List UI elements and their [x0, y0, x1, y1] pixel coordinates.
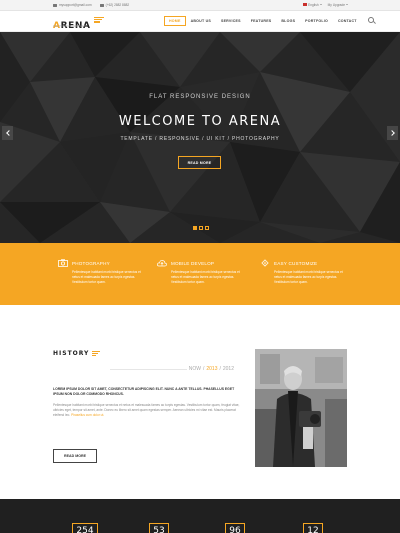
divider: [110, 368, 187, 370]
main-nav: HOME ABOUT US SERVICES FEATURES BLOGS PO…: [164, 15, 378, 27]
nav-item-services[interactable]: SERVICES: [216, 16, 246, 26]
phone-icon: [99, 3, 104, 7]
nav-item-features[interactable]: FEATURES: [246, 16, 277, 26]
logo-bars-icon: [94, 17, 104, 24]
top-bar: mysupport@gmail.com (+62) 2882 8882 Engl…: [0, 0, 400, 11]
camera-icon: [58, 259, 68, 267]
year-separator: /: [202, 366, 205, 372]
account-select[interactable]: My Upgrade: [328, 3, 348, 7]
chevron-down-icon: [346, 4, 348, 5]
service-easy-customize: EASY CUSTOMIZE Pellentesque habitant mor…: [260, 259, 360, 286]
service-description: Pellentesque habitant morbi tristique se…: [274, 270, 343, 285]
counter-box: 53: [149, 523, 169, 533]
service-name: PHOTOGRAPHY: [72, 260, 110, 266]
contact-email[interactable]: mysupport@gmail.com: [53, 3, 92, 7]
contact-phone: (+62) 2882 8882: [99, 3, 130, 7]
service-mobile-develop: MOBILE DEVELOP Pellentesque habitant mor…: [157, 259, 257, 286]
photographer-image: [255, 349, 347, 467]
service-name: MOBILE DEVELOP: [171, 260, 215, 266]
contact-phone-text: (+62) 2882 8882: [105, 3, 130, 7]
cloud-upload-icon: [157, 260, 167, 267]
slider-pagination: [193, 226, 209, 230]
brand-logo[interactable]: ARENA RESPONSIVE TEMPLATE: [53, 15, 104, 33]
history-lead-text: LOREM IPSUM DOLOR SIT AMET, CONSECTETUR …: [53, 387, 235, 396]
hero-subtitle: FLAT RESPONSIVE DESIGN: [149, 94, 251, 100]
counter-box: 12: [303, 523, 323, 533]
language-label: English: [308, 2, 319, 7]
year-tab-2013[interactable]: 2013: [206, 366, 217, 372]
slider-dot[interactable]: [205, 226, 209, 230]
hero-slider: FLAT RESPONSIVE DESIGN WELCOME TO ARENA …: [0, 32, 400, 243]
account-label: My Upgrade: [327, 2, 345, 7]
year-tab-2012[interactable]: 2012: [223, 366, 234, 372]
hero-title: WELCOME TO ARENA: [118, 114, 282, 129]
service-name: EASY CUSTOMIZE: [274, 260, 318, 266]
history-body-text: Pellentesque habitant morbi tristique se…: [53, 403, 240, 417]
flag-icon: [303, 3, 308, 6]
hero-read-more-button[interactable]: READ MORE: [178, 156, 221, 169]
service-description: Pellentesque habitant morbi tristique se…: [72, 270, 141, 285]
nav-item-portfolio[interactable]: PORTFOLIO: [300, 16, 333, 26]
counter-box: 254: [72, 523, 98, 533]
service-description: Pellentesque habitant morbi tristique se…: [171, 270, 240, 285]
slider-prev-arrow-icon[interactable]: [2, 126, 13, 140]
counters-band: 254 53 96 12: [0, 499, 400, 533]
service-photography: PHOTOGRAPHY Pellentesque habitant morbi …: [58, 259, 158, 286]
contact-email-text: mysupport@gmail.com: [59, 3, 92, 7]
history-heading: HISTORY: [53, 350, 101, 357]
history-read-more-button[interactable]: READ MORE: [53, 449, 97, 463]
heading-bars-icon: [92, 350, 101, 357]
nav-item-contact[interactable]: CONTACT: [333, 16, 362, 26]
search-icon[interactable]: [366, 15, 378, 27]
counter-box: 96: [225, 523, 245, 533]
slider-dot[interactable]: [193, 226, 197, 230]
logo-tagline: RESPONSIVE TEMPLATE: [53, 25, 88, 28]
history-year-tabs: NOW / 2013 / 2012: [110, 366, 234, 372]
language-select[interactable]: English: [303, 2, 322, 7]
history-title: HISTORY: [53, 350, 90, 357]
slider-dot[interactable]: [199, 226, 203, 230]
hero-tagline: TEMPLATE / RESPONSIVE / UI KIT / PHOTOGR…: [120, 136, 280, 142]
gear-icon: [261, 259, 269, 267]
year-tab-now[interactable]: NOW: [189, 366, 201, 372]
slider-next-arrow-icon[interactable]: [387, 126, 398, 140]
nav-item-about[interactable]: ABOUT US: [186, 16, 216, 26]
nav-item-blogs[interactable]: BLOGS: [276, 16, 300, 26]
envelope-icon: [53, 3, 57, 7]
chevron-down-icon: [319, 4, 322, 5]
year-separator: /: [219, 366, 221, 372]
nav-item-home[interactable]: HOME: [164, 16, 186, 26]
services-band: PHOTOGRAPHY Pellentesque habitant morbi …: [0, 243, 400, 305]
history-photo: [255, 349, 347, 467]
history-highlight-text: Phasellus cum dolor ut.: [71, 413, 105, 417]
site-header: ARENA RESPONSIVE TEMPLATE HOME ABOUT US …: [0, 11, 400, 32]
